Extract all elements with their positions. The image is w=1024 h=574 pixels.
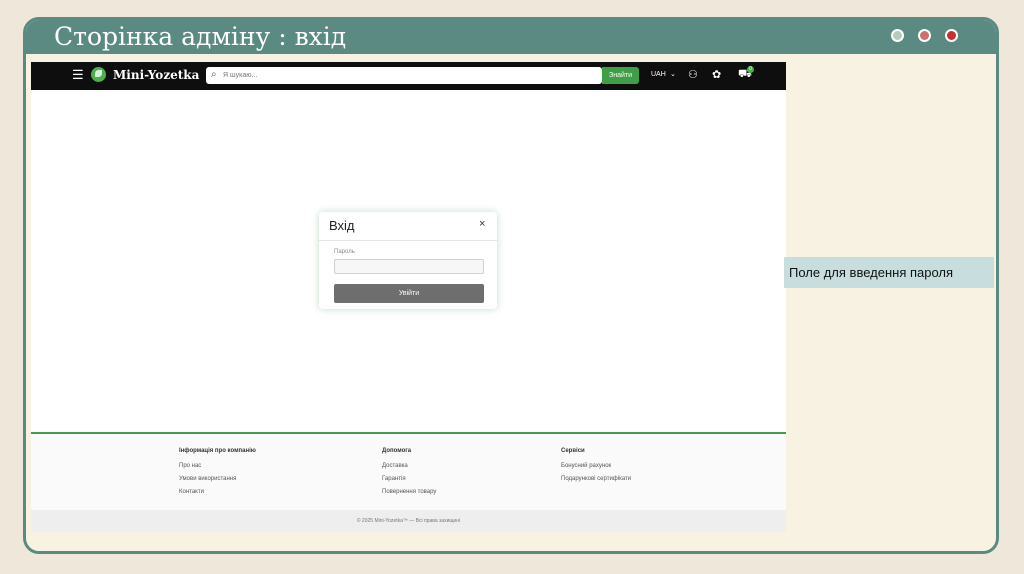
login-modal: Вхід × Пароль Увійти — [319, 212, 497, 309]
footer-link-bonus[interactable]: Бонусний рахунок — [561, 463, 631, 469]
footer: Інформація про компанію Про нас Умови ви… — [31, 434, 786, 510]
decorative-dot-pink — [918, 29, 931, 42]
search-button[interactable]: Знайти — [602, 67, 639, 84]
search-bar: ⌕ — [206, 67, 602, 84]
user-icon[interactable]: ⚇ — [688, 68, 698, 81]
footer-link-gift-cards[interactable]: Подарункові сертифікати — [561, 476, 631, 482]
footer-heading: Інформація про компанію — [179, 448, 256, 454]
password-label: Пароль — [334, 249, 355, 255]
decorative-dot-red — [945, 29, 958, 42]
chevron-down-icon[interactable]: ⌄ — [670, 70, 676, 78]
modal-divider — [319, 240, 497, 241]
logo-text[interactable]: Mini-Yozetka — [113, 68, 199, 82]
slide-title: Сторінка адміну : вхід — [54, 22, 347, 51]
copyright-bar: © 2025 Mini-Yozetka™ — Всі права захищен… — [31, 510, 786, 532]
app-screenshot: ☰ Mini-Yozetka ⌕ Знайти UAH ⌄ ⚇ ✿ ⛟ 0 Вх… — [31, 62, 786, 532]
footer-link-contacts[interactable]: Контакти — [179, 489, 256, 495]
slide-titlebar: Сторінка адміну : вхід — [26, 20, 996, 54]
footer-link-warranty[interactable]: Гарантія — [382, 476, 436, 482]
footer-link-about[interactable]: Про нас — [179, 463, 256, 469]
top-navbar: ☰ Mini-Yozetka ⌕ Знайти UAH ⌄ ⚇ ✿ ⛟ 0 — [31, 62, 786, 90]
gift-icon[interactable]: ✿ — [712, 68, 721, 81]
footer-link-delivery[interactable]: Доставка — [382, 463, 436, 469]
footer-link-terms[interactable]: Умови використання — [179, 476, 256, 482]
menu-icon[interactable]: ☰ — [72, 68, 84, 82]
search-input[interactable] — [223, 69, 593, 82]
password-field[interactable] — [334, 259, 484, 274]
login-button[interactable]: Увійти — [334, 284, 484, 303]
footer-heading: Сервіси — [561, 448, 585, 454]
search-icon: ⌕ — [211, 69, 217, 80]
footer-column-help: Допомога Доставка Гарантія Повернення то… — [382, 448, 436, 502]
logo-icon[interactable] — [91, 67, 106, 82]
footer-column-company: Інформація про компанію Про нас Умови ви… — [179, 448, 256, 502]
footer-heading: Допомога — [382, 448, 412, 454]
footer-column-services: Сервіси Бонусний рахунок Подарункові сер… — [561, 448, 631, 489]
cart-count-badge: 0 — [747, 66, 754, 73]
modal-title: Вхід — [329, 218, 355, 233]
decorative-dot-light — [891, 29, 904, 42]
footer-link-returns[interactable]: Повернення товару — [382, 489, 436, 495]
close-icon[interactable]: × — [479, 218, 485, 230]
currency-selector[interactable]: UAH — [651, 71, 666, 78]
annotation-callout: Поле для введення пароля — [784, 257, 994, 288]
copyright-text: © 2025 Mini-Yozetka™ — Всі права захищен… — [356, 518, 461, 524]
